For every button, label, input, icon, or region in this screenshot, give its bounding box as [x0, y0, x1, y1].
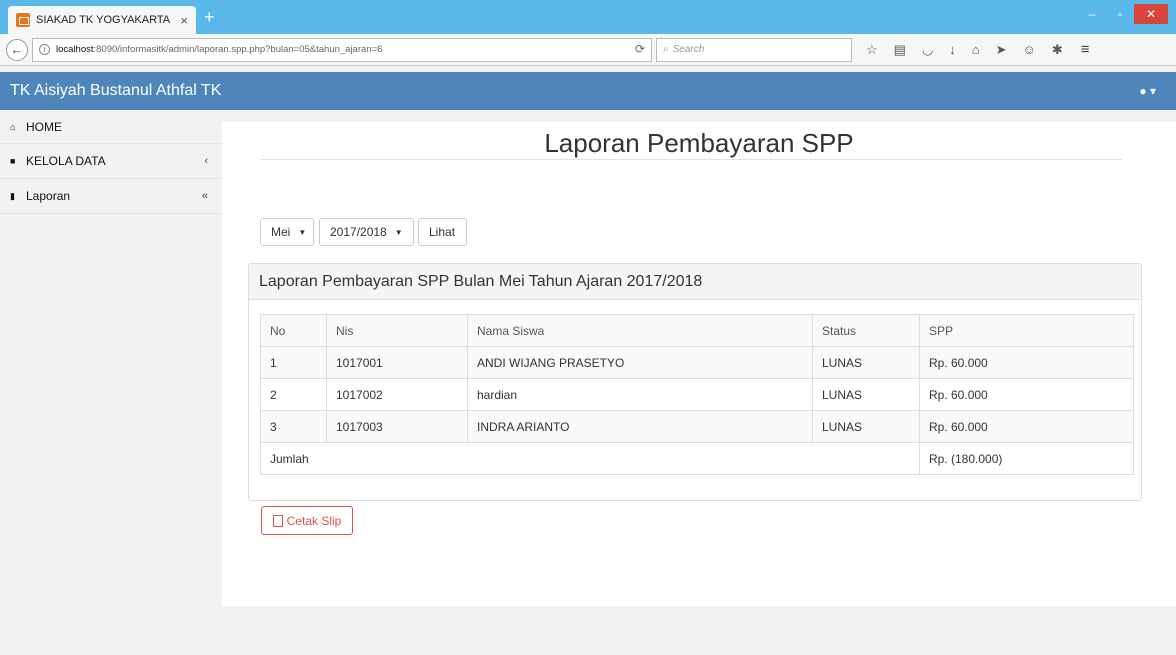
month-select[interactable]: Mei ▼: [260, 218, 314, 246]
search-icon: ⌕: [663, 44, 669, 55]
maximize-button[interactable]: ▫: [1106, 4, 1134, 24]
cell-no: 3: [260, 410, 327, 443]
year-select[interactable]: 2017/2018 ▼: [319, 218, 414, 246]
lihat-button[interactable]: Lihat: [418, 218, 467, 246]
cell-nis: 1017003: [326, 410, 468, 443]
sidebar-item-label: HOME: [26, 119, 62, 134]
sidebar-item-label: Laporan: [26, 189, 71, 203]
column-header: SPP: [919, 314, 1134, 347]
back-arrow-icon[interactable]: ←: [6, 38, 28, 61]
tab-title: SIAKAD TK YOGYAKARTA: [36, 14, 171, 26]
url-host: localhost: [56, 44, 94, 55]
cell-nis: 1017001: [326, 346, 468, 379]
column-header: Status: [812, 314, 920, 347]
column-header: Nama Siswa: [467, 314, 813, 347]
caret-down-icon: ▼: [298, 227, 307, 237]
search-input[interactable]: ⌕ Search: [656, 37, 852, 62]
table-header-row: No Nis Nama Siswa Status SPP: [260, 314, 1134, 347]
hamburger-menu-icon[interactable]: ≡: [1081, 41, 1090, 58]
cell-status: LUNAS: [812, 346, 920, 379]
main-content: Laporan Pembayaran SPP Mei ▼ 2017/2018 ▼…: [222, 122, 1176, 606]
sidebar-item-laporan[interactable]: ▮ Laporan «: [0, 179, 222, 214]
folder-icon: ■: [10, 156, 16, 166]
cell-nama: ANDI WIJANG PRASETYO: [467, 346, 813, 379]
table-row: 2 1017002 hardian LUNAS Rp. 60.000: [260, 378, 1134, 411]
tab-close-icon[interactable]: ×: [180, 13, 188, 28]
report-panel: Laporan Pembayaran SPP Bulan Mei Tahun A…: [248, 263, 1142, 501]
home-browser-icon[interactable]: ⌂: [972, 42, 980, 58]
column-header: Nis: [326, 314, 468, 347]
pdf-file-icon: [272, 514, 283, 527]
send-icon[interactable]: ➤: [996, 42, 1007, 58]
user-menu[interactable]: ● ▾: [1139, 84, 1156, 98]
reload-icon[interactable]: ⟳: [635, 42, 645, 56]
chevron-down-icon: ▾: [1149, 84, 1156, 98]
download-icon[interactable]: ↓: [949, 42, 956, 58]
info-icon[interactable]: i: [39, 44, 50, 55]
close-window-button[interactable]: ✕: [1134, 4, 1168, 24]
pocket-icon[interactable]: ◡: [922, 42, 933, 58]
file-icon: ▮: [10, 190, 15, 201]
cell-spp: Rp. 60.000: [919, 346, 1134, 379]
reading-list-icon[interactable]: ▤: [894, 42, 906, 58]
extension-icon[interactable]: ✱: [1052, 42, 1063, 58]
cell-status: LUNAS: [812, 410, 920, 443]
cell-spp: Rp. 60.000: [919, 378, 1134, 411]
browser-toolbar: ☆ ▤ ◡ ↓ ⌂ ➤ ☺ ✱: [866, 42, 1063, 58]
table-row: 3 1017003 INDRA ARIANTO LUNAS Rp. 60.000: [260, 410, 1134, 443]
cell-nama: INDRA ARIANTO: [467, 410, 813, 443]
search-placeholder: Search: [672, 44, 705, 55]
table-row: 1 1017001 ANDI WIJANG PRASETYO LUNAS Rp.…: [260, 346, 1134, 379]
sidebar: ⌂ HOME ■ KELOLA DATA ‹ ▮ Laporan «: [0, 110, 222, 610]
url-path: :8090/informasitk/admin/laporan.spp.php?…: [93, 44, 383, 55]
cell-spp: Rp. 60.000: [919, 410, 1134, 443]
browser-tab[interactable]: SIAKAD TK YOGYAKARTA ×: [8, 6, 196, 34]
caret-down-icon: ▼: [394, 227, 403, 237]
favicon-icon: [16, 13, 30, 27]
cell-no: 1: [260, 346, 327, 379]
cell-nis: 1017002: [326, 378, 468, 411]
app-header: TK Aisiyah Bustanul Athfal TK ● ▾: [0, 72, 1176, 110]
cetak-slip-label: Cetak Slip: [286, 513, 342, 528]
address-bar[interactable]: i localhost :8090/informasitk/admin/lapo…: [32, 37, 652, 62]
spp-table: No Nis Nama Siswa Status SPP 1 1017001 A…: [260, 314, 1134, 475]
cell-nama: hardian: [467, 378, 813, 411]
minimize-button[interactable]: –: [1078, 4, 1106, 24]
table-footer-row: Jumlah Rp. (180.000): [260, 442, 1134, 475]
window-controls: – ▫ ✕: [1078, 4, 1168, 24]
cell-no: 2: [260, 378, 327, 411]
year-value: 2017/2018: [330, 225, 387, 239]
user-icon: ●: [1139, 84, 1147, 98]
browser-titlebar: SIAKAD TK YOGYAKARTA × + – ▫ ✕: [0, 0, 1176, 34]
bookmark-star-icon[interactable]: ☆: [866, 42, 878, 58]
new-tab-button[interactable]: +: [204, 8, 215, 26]
home-icon: ⌂: [10, 121, 16, 132]
month-value: Mei: [271, 225, 291, 239]
sidebar-item-kelola-data[interactable]: ■ KELOLA DATA ‹: [0, 144, 222, 179]
cetak-slip-button[interactable]: Cetak Slip: [261, 506, 353, 535]
chat-icon[interactable]: ☺: [1023, 42, 1036, 58]
brand-title[interactable]: TK Aisiyah Bustanul Athfal TK: [10, 82, 221, 100]
total-value: Rp. (180.000): [919, 442, 1134, 475]
double-chevron-left-icon: «: [201, 190, 208, 202]
page-title: Laporan Pembayaran SPP: [544, 128, 854, 158]
sidebar-item-home[interactable]: ⌂ HOME: [0, 110, 222, 144]
chevron-left-icon: ‹: [204, 155, 208, 167]
total-label: Jumlah: [260, 442, 920, 475]
title-divider: [260, 159, 1122, 160]
sidebar-item-label: KELOLA DATA: [26, 154, 106, 168]
panel-title: Laporan Pembayaran SPP Bulan Mei Tahun A…: [249, 264, 1141, 300]
column-header: No: [260, 314, 327, 347]
cell-status: LUNAS: [812, 378, 920, 411]
browser-navbar: ← i localhost :8090/informasitk/admin/la…: [0, 34, 1176, 66]
